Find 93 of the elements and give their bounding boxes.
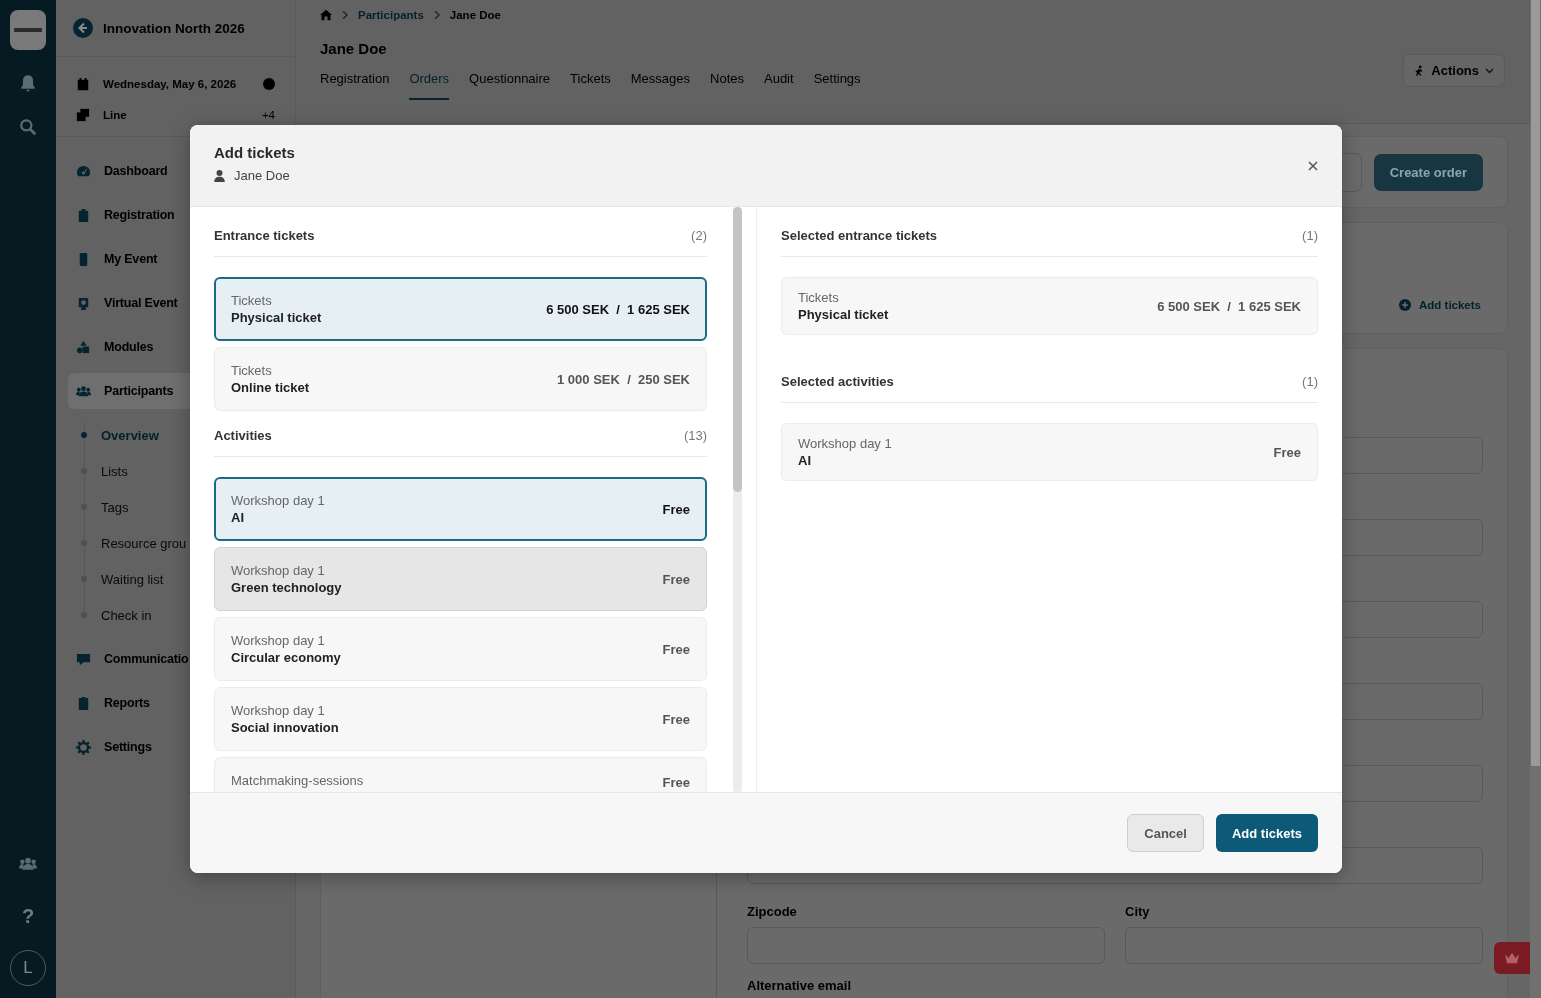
ticket-category: Workshop day 1 (231, 563, 326, 578)
ticket-category: Matchmaking-sessions (231, 773, 364, 788)
section-title: Selected entrance tickets (781, 228, 938, 243)
breadcrumb-current: Jane Doe (449, 9, 501, 21)
ticket-name: AI (231, 510, 245, 525)
tab[interactable]: Questionnaire (469, 71, 551, 100)
section-title: Selected activities (781, 374, 894, 389)
section-count: (1) (1302, 228, 1318, 243)
scrollbar[interactable] (1530, 0, 1541, 998)
actions-button[interactable]: Actions (1403, 54, 1505, 87)
create-order-button[interactable]: Create order (1373, 153, 1483, 191)
ticket-price: Free (662, 711, 690, 727)
breadcrumb-link[interactable]: Participants (358, 9, 424, 21)
page-title: Jane Doe (320, 40, 388, 57)
ticket-card[interactable]: Tickets Physical ticket 6 500 SEK / 1 625 SEK (214, 277, 707, 341)
ticket-name: Circular economy (231, 650, 341, 665)
crown-button[interactable] (1494, 942, 1530, 974)
shapes-icon (76, 339, 91, 355)
bell-icon[interactable] (19, 74, 37, 92)
ticket-category: Tickets (231, 293, 273, 308)
section-count: (2) (691, 228, 707, 243)
add-tickets-link[interactable]: Add tickets (1399, 299, 1481, 311)
tab[interactable]: Tickets (570, 71, 611, 100)
line-count: +4 (261, 109, 275, 121)
caret-icon (1485, 67, 1494, 74)
chat-icon (76, 651, 91, 667)
modal-title: Add tickets (214, 144, 296, 161)
people-icon[interactable] (18, 855, 38, 873)
ticket-name: Social innovation (231, 720, 339, 735)
ticket-price: 6 500 SEK / 1 625 SEK (546, 301, 690, 317)
nav-item[interactable]: My Event (68, 241, 283, 277)
field-label: Alternative email (747, 978, 853, 993)
help-icon[interactable]: ? (21, 905, 35, 928)
people-icon (76, 383, 91, 399)
close-icon (1308, 161, 1318, 171)
ticket-category: Workshop day 1 (231, 633, 326, 648)
ticket-name: Physical ticket (231, 310, 322, 325)
ticket-card[interactable]: Matchmaking-sessions Free (214, 757, 707, 793)
ticket-card[interactable]: Workshop day 1 Social innovation Free (214, 687, 707, 751)
add-tickets-button[interactable]: Add tickets (1215, 814, 1318, 852)
event-date: Wednesday, May 6, 2026 (103, 78, 238, 90)
ticket-price: Free (662, 501, 690, 517)
ticket-price: 6 500 SEK / 1 625 SEK (1157, 298, 1301, 314)
ticket-category: Workshop day 1 (231, 703, 326, 718)
ticket-category: Workshop day 1 (798, 436, 892, 451)
participant-name: Jane Doe (234, 168, 290, 183)
person-icon (214, 169, 225, 182)
chevron-icon (433, 11, 440, 19)
scrollbar[interactable] (733, 207, 742, 793)
section-title: Entrance tickets (214, 228, 315, 243)
ticket-name: Physical ticket (798, 307, 889, 322)
chevron-icon (342, 11, 348, 19)
stack-icon (76, 108, 90, 122)
clipboard-icon (76, 207, 91, 223)
ticket-price: 1 000 SEK / 250 SEK (557, 371, 690, 387)
ticket-card[interactable]: Workshop day 1 AI Free (781, 423, 1318, 481)
section-count: (1) (1302, 374, 1318, 389)
field-label: Zipcode (747, 904, 798, 919)
clipboard-icon (76, 695, 91, 711)
monitor-icon (76, 295, 91, 311)
section-count: (13) (683, 428, 707, 443)
search-icon[interactable] (19, 118, 37, 136)
tab[interactable]: Audit (764, 71, 794, 100)
plus-circle-icon (1399, 299, 1411, 311)
ticket-card[interactable]: Workshop day 1 Green technology Free (214, 547, 707, 611)
settings-icon (76, 739, 91, 755)
ticket-card[interactable]: Tickets Physical ticket 6 500 SEK / 1 625 SEK (781, 277, 1318, 335)
ticket-price: Free (662, 775, 690, 790)
dashboard-icon (76, 163, 91, 179)
section-title: Activities (214, 428, 272, 443)
field-label: City (1125, 904, 1151, 919)
ticket-price: Free (662, 641, 690, 657)
ticket-price: Free (1273, 444, 1301, 460)
logo-icon[interactable] (10, 10, 46, 50)
event-title: Innovation North 2026 (103, 20, 245, 36)
ticket-card[interactable]: Workshop day 1 AI Free (214, 477, 707, 541)
crown-icon (1505, 952, 1519, 964)
ticket-name: Green technology (231, 580, 342, 595)
calendar-icon (76, 77, 90, 91)
ticket-category: Tickets (798, 290, 840, 305)
home-icon[interactable] (320, 9, 332, 21)
event-line: Line (103, 109, 128, 121)
tab[interactable]: Messages (630, 71, 690, 100)
tab[interactable]: Notes (710, 71, 744, 100)
tab[interactable]: Settings (813, 71, 861, 100)
ticket-price: Free (662, 571, 690, 587)
ticket-card[interactable]: Tickets Online ticket 1 000 SEK / 250 SEK (214, 347, 707, 411)
ticket-card[interactable]: Workshop day 1 Circular economy Free (214, 617, 707, 681)
cancel-button[interactable]: Cancel (1127, 814, 1204, 852)
tab[interactable]: Registration (320, 71, 390, 100)
ticket-name: AI (798, 453, 812, 468)
tab[interactable]: Orders (409, 71, 450, 100)
ticket-category: Workshop day 1 (231, 493, 325, 508)
